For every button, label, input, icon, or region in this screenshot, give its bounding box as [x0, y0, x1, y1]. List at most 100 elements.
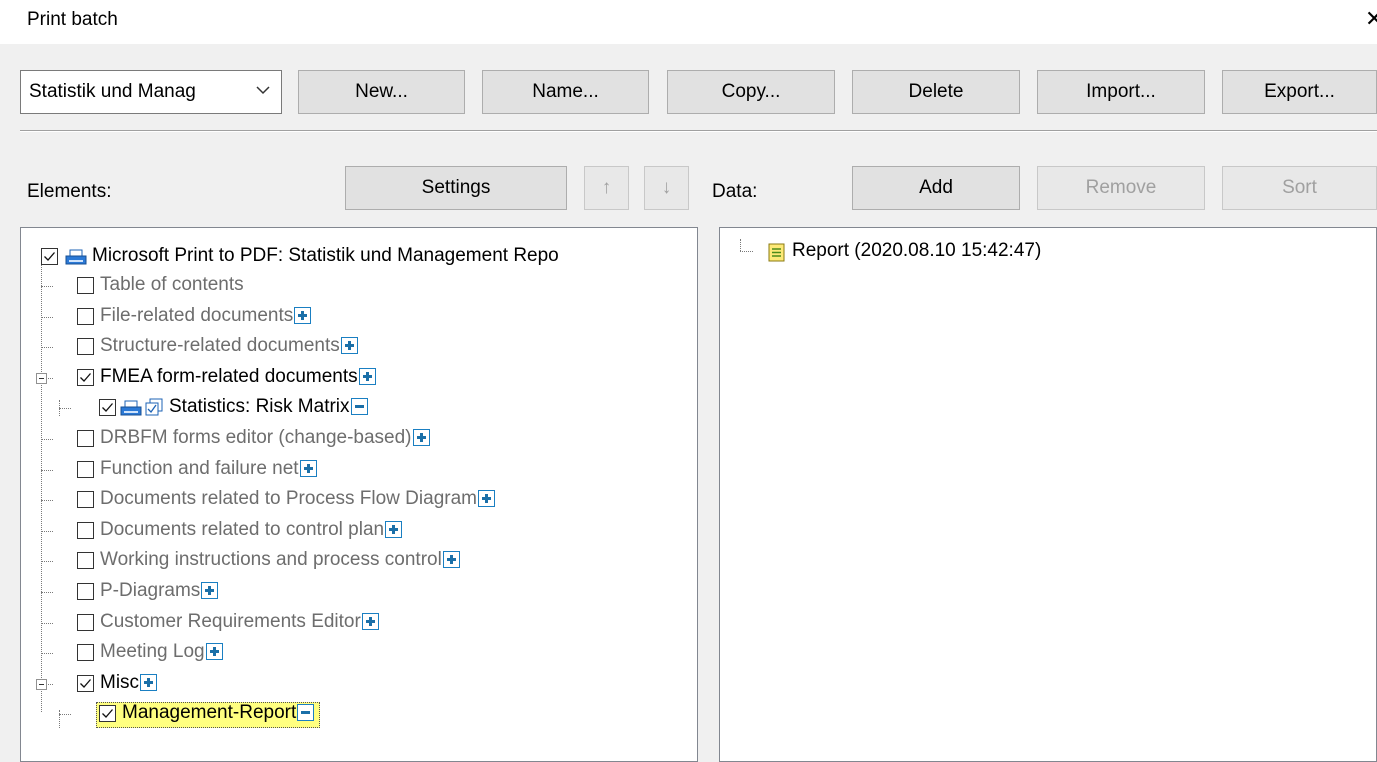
data-item-label: Report (2020.08.10 15:42:47) — [792, 240, 1042, 261]
tree-item[interactable]: Documents related to control plan — [21, 516, 697, 546]
tree-item[interactable]: Working instructions and process control — [21, 546, 697, 576]
item-checkbox[interactable] — [77, 277, 94, 294]
tree-item-text: Management-Report — [122, 702, 315, 724]
tree-item[interactable]: Table of contents — [21, 271, 697, 301]
tree-line — [41, 347, 53, 348]
tree-item-label: Table of contents — [100, 274, 244, 295]
root-checkbox[interactable] — [41, 248, 58, 265]
tree-line — [41, 623, 53, 624]
item-checkbox[interactable] — [99, 705, 116, 722]
expand-plus-icon[interactable] — [385, 521, 403, 539]
tree-line — [41, 592, 53, 593]
tree-item[interactable]: FMEA form-related documents — [21, 363, 697, 393]
tree-item[interactable]: P-Diagrams — [21, 577, 697, 607]
tree-item-text: Documents related to Process Flow Diagra… — [100, 488, 495, 510]
tree-item-label: P-Diagrams — [100, 580, 201, 601]
item-checkbox[interactable] — [77, 614, 94, 631]
tree-item[interactable]: Meeting Log — [21, 638, 697, 668]
tree-item-text: File-related documents — [100, 305, 312, 327]
chevron-down-icon — [256, 86, 270, 95]
tree-item[interactable]: Statistics: Risk Matrix — [21, 393, 697, 423]
expand-plus-icon[interactable] — [358, 368, 376, 386]
batch-select[interactable]: Statistik und Manag — [20, 70, 282, 114]
printer-icon — [65, 249, 87, 265]
tree-item-label: FMEA form-related documents — [100, 366, 358, 387]
tree-line — [41, 561, 53, 562]
expand-plus-icon[interactable] — [140, 674, 158, 692]
collapse-icon[interactable] — [36, 373, 47, 384]
item-checkbox[interactable] — [77, 491, 94, 508]
tree-item[interactable]: File-related documents — [21, 302, 697, 332]
elements-tree[interactable]: Microsoft Print to PDF: Statistik und Ma… — [20, 227, 698, 762]
remove-button[interactable]: Remove — [1037, 166, 1205, 210]
tree-line — [59, 408, 71, 409]
printer-icon — [120, 400, 142, 416]
expand-plus-icon[interactable] — [442, 551, 460, 569]
tree-line — [41, 653, 53, 654]
add-button[interactable]: Add — [852, 166, 1020, 210]
expand-plus-icon[interactable] — [201, 582, 219, 600]
tree-root[interactable]: Microsoft Print to PDF: Statistik und Ma… — [21, 242, 697, 272]
tree-item[interactable]: Documents related to Process Flow Diagra… — [21, 485, 697, 515]
tree-item[interactable]: Structure-related documents — [21, 332, 697, 362]
expand-plus-icon[interactable] — [299, 460, 317, 478]
import-button[interactable]: Import... — [1037, 70, 1205, 114]
checkmark-icon — [102, 709, 113, 718]
collapse-icon[interactable] — [36, 679, 47, 690]
item-checkbox[interactable] — [99, 399, 116, 416]
move-up-button[interactable]: ↑ — [584, 166, 629, 210]
move-down-button[interactable]: ↓ — [644, 166, 689, 210]
elements-label: Elements: — [27, 181, 112, 202]
item-checkbox[interactable] — [77, 461, 94, 478]
tree-item-text: Customer Requirements Editor — [100, 611, 379, 633]
tree-line — [59, 714, 71, 715]
tree-item-text: DRBFM forms editor (change-based) — [100, 427, 430, 449]
expand-plus-icon[interactable] — [361, 613, 379, 631]
item-checkbox[interactable] — [77, 644, 94, 661]
export-button[interactable]: Export... — [1222, 70, 1377, 114]
item-checkbox[interactable] — [77, 308, 94, 325]
data-tree[interactable]: Report (2020.08.10 15:42:47) — [719, 227, 1377, 762]
tree-line — [41, 531, 53, 532]
tree-item[interactable]: Misc — [21, 669, 697, 699]
item-checkbox[interactable] — [77, 675, 94, 692]
expand-plus-icon[interactable] — [477, 490, 495, 508]
tree-item-text: Working instructions and process control — [100, 549, 460, 571]
report-icon — [768, 243, 785, 262]
tree-item-text: Statistics: Risk Matrix — [169, 396, 368, 418]
item-checkbox[interactable] — [77, 338, 94, 355]
name-button[interactable]: Name... — [482, 70, 649, 114]
checkmark-icon — [80, 679, 91, 688]
expand-plus-icon[interactable] — [412, 429, 430, 447]
item-checkbox[interactable] — [77, 369, 94, 386]
tree-item[interactable]: DRBFM forms editor (change-based) — [21, 424, 697, 454]
item-checkbox[interactable] — [77, 583, 94, 600]
expand-plus-icon[interactable] — [205, 643, 223, 661]
close-icon[interactable]: ✕ — [1365, 6, 1377, 32]
tree-item[interactable]: Function and failure net — [21, 455, 697, 485]
item-checkbox[interactable] — [77, 522, 94, 539]
item-checkbox[interactable] — [77, 430, 94, 447]
collapse-minus-icon[interactable] — [297, 704, 315, 722]
tree-item-label: Misc — [100, 672, 140, 693]
tree-item-text: Table of contents — [100, 274, 244, 296]
tree-item-label: DRBFM forms editor (change-based) — [100, 427, 412, 448]
new-button[interactable]: New... — [298, 70, 465, 114]
collapse-minus-icon[interactable] — [350, 398, 368, 416]
tree-item-label: Customer Requirements Editor — [100, 611, 361, 632]
data-item[interactable]: Report (2020.08.10 15:42:47) — [720, 237, 1376, 267]
tree-line — [41, 317, 53, 318]
expand-plus-icon[interactable] — [340, 337, 358, 355]
expand-plus-icon[interactable] — [294, 307, 312, 325]
window-title: Print batch — [27, 9, 118, 30]
delete-button[interactable]: Delete — [852, 70, 1020, 114]
sort-button[interactable]: Sort — [1222, 166, 1377, 210]
tree-item[interactable]: Customer Requirements Editor — [21, 608, 697, 638]
item-checkbox[interactable] — [77, 552, 94, 569]
tree-item-label: Documents related to Process Flow Diagra… — [100, 488, 477, 509]
settings-button[interactable]: Settings — [345, 166, 567, 210]
tree-root-label: Microsoft Print to PDF: Statistik und Ma… — [92, 245, 559, 266]
copy-button[interactable]: Copy... — [667, 70, 835, 114]
tree-item[interactable]: Management-Report — [21, 699, 697, 729]
tree-line — [41, 439, 53, 440]
